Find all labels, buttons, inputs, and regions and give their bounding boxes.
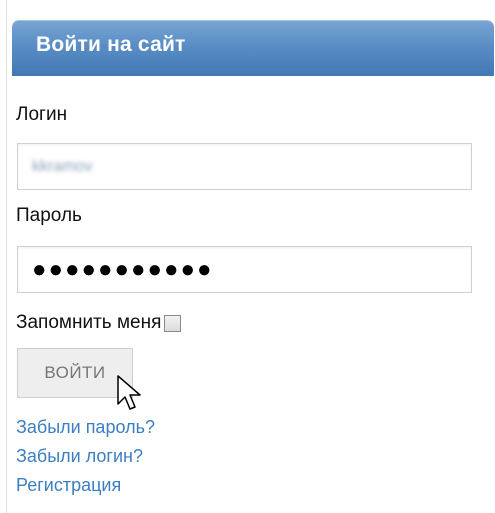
login-button[interactable]: ВОЙТИ bbox=[17, 348, 133, 398]
remember-me-label: Запомнить меня bbox=[16, 312, 162, 333]
login-field[interactable] bbox=[17, 143, 472, 190]
remember-me-checkbox[interactable] bbox=[164, 314, 182, 332]
password-input[interactable] bbox=[18, 247, 471, 292]
password-field[interactable] bbox=[17, 246, 472, 293]
password-label: Пароль bbox=[16, 205, 82, 226]
forgot-login-link[interactable]: Забыли логин? bbox=[16, 446, 143, 467]
module-header: Войти на сайт bbox=[12, 20, 494, 76]
forgot-password-link[interactable]: Забыли пароль? bbox=[16, 417, 155, 438]
login-input[interactable] bbox=[18, 144, 471, 189]
login-label: Логин bbox=[16, 104, 68, 125]
module-title: Войти на сайт bbox=[36, 33, 186, 56]
arrow-cursor-icon bbox=[117, 375, 141, 410]
remember-me-row: Запомнить меня bbox=[16, 312, 182, 334]
register-link[interactable]: Регистрация bbox=[16, 475, 121, 496]
